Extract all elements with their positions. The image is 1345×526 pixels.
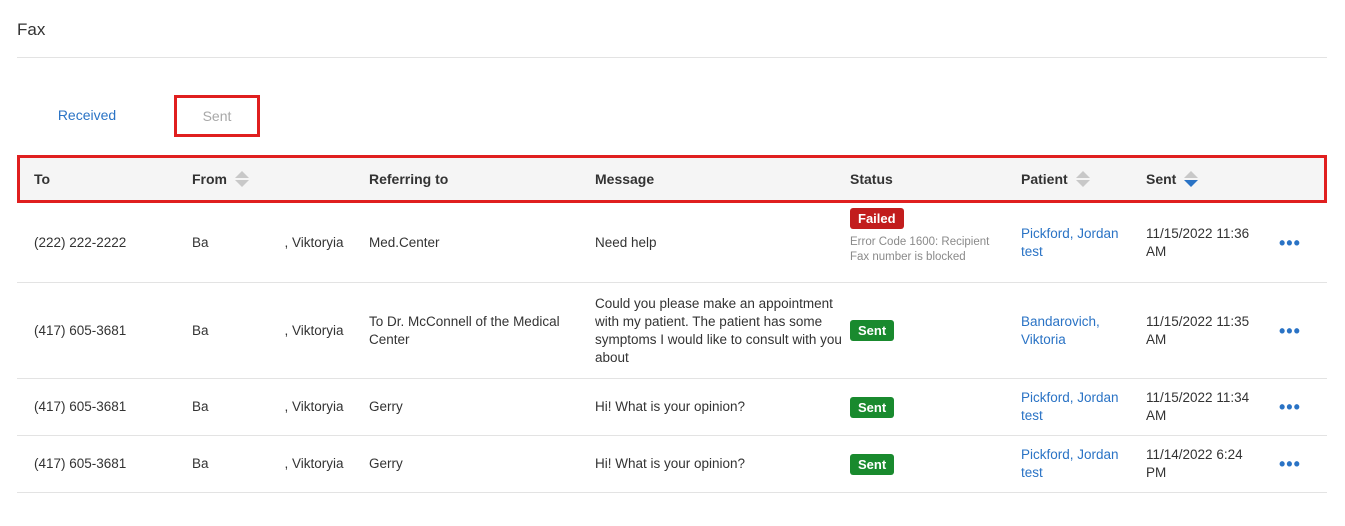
header-to-label: To: [34, 171, 51, 187]
from-last: , Viktoryia: [284, 234, 344, 250]
from-first: Ba: [192, 399, 209, 414]
cell-sent: 11/15/2022 11:34 AM: [1146, 390, 1250, 423]
from-last: , Viktoryia: [284, 456, 344, 471]
more-dots-icon[interactable]: •••: [1279, 436, 1301, 492]
cell-referring-to: To Dr. McConnell of the Medical Center: [369, 313, 560, 347]
cell-message: Hi! What is your opinion?: [595, 456, 746, 471]
cell-sent: 11/15/2022 11:36 AM: [1146, 225, 1250, 259]
from-first: Ba: [192, 234, 209, 250]
cell-referring-to: Gerry: [369, 456, 403, 471]
cell-to: (417) 605-3681: [34, 456, 127, 471]
page-title: Fax: [17, 20, 46, 39]
more-dots-icon[interactable]: •••: [1279, 203, 1301, 282]
header-referring-to-label: Referring to: [369, 171, 449, 187]
cell-status: Sent: [850, 436, 895, 492]
cell-to: (222) 222-2222: [34, 234, 127, 250]
status-badge: Sent: [850, 396, 895, 418]
header-referring-to: Referring to: [369, 158, 448, 200]
sort-arrows-icon[interactable]: [235, 171, 249, 187]
from-first: Ba: [192, 322, 209, 338]
table-row[interactable]: (222) 222-2222 Ba, Viktoryia Med.Center …: [17, 203, 1327, 283]
cell-status: Failed Error Code 1600: Recipient Fax nu…: [850, 208, 1010, 265]
header-patient[interactable]: Patient: [1021, 158, 1090, 200]
status-error: Error Code 1600: Recipient Fax number is…: [850, 236, 990, 263]
sort-arrows-icon[interactable]: [1075, 171, 1090, 187]
title-divider: [17, 57, 1327, 58]
table-row[interactable]: (417) 605-3681 Ba , Viktoryia Gerry Hi! W…: [17, 379, 1327, 436]
cell-to: (417) 605-3681: [34, 322, 127, 338]
cell-message: Could you please make an appointment wit…: [595, 295, 842, 365]
header-sent-label: Sent: [1146, 171, 1177, 187]
more-dots-icon[interactable]: •••: [1279, 283, 1301, 378]
from-last: , Viktoryia: [284, 399, 344, 414]
cell-sent: 11/15/2022 11:35 AM: [1146, 313, 1250, 347]
table-row[interactable]: (417) 605-3681 Ba , Viktoryia To Dr. McCo…: [17, 283, 1327, 379]
tab-received[interactable]: Received: [52, 95, 122, 135]
header-patient-label: Patient: [1021, 171, 1068, 187]
status-badge: Sent: [850, 453, 895, 475]
cell-status: Sent: [850, 283, 895, 378]
table-header: To From Referring to Message Status Pati…: [17, 155, 1327, 203]
cell-message: Hi! What is your opinion?: [595, 399, 746, 414]
fax-table: To From Referring to Message Status Pati…: [17, 155, 1327, 493]
cell-from: Ba , Viktoryia: [192, 436, 344, 492]
header-from-label: From: [192, 171, 227, 187]
cell-referring-to: Med.Center: [369, 234, 440, 250]
more-dots-icon[interactable]: •••: [1279, 379, 1301, 435]
patient-link[interactable]: Pickford, Jordan test: [1021, 379, 1136, 435]
patient-link[interactable]: Bandarovich, Viktoria: [1021, 283, 1131, 378]
header-sent[interactable]: Sent: [1146, 158, 1199, 200]
header-message-label: Message: [595, 171, 655, 187]
patient-link[interactable]: Pickford, Jordan test: [1021, 203, 1136, 282]
cell-from: Ba , Viktoryia: [192, 283, 344, 378]
header-to: To: [34, 158, 50, 200]
from-first: Ba: [192, 456, 209, 471]
header-message: Message: [595, 158, 654, 200]
header-status: Status: [850, 158, 893, 200]
header-from[interactable]: From: [192, 158, 249, 200]
sort-arrows-icon[interactable]: [1184, 171, 1199, 187]
header-status-label: Status: [850, 171, 893, 187]
cell-from: Ba , Viktoryia: [192, 379, 344, 435]
status-badge: Sent: [850, 320, 895, 341]
cell-sent: 11/14/2022 6:24 PM: [1146, 447, 1243, 480]
cell-from: Ba , Viktoryia: [192, 203, 344, 282]
tab-sent[interactable]: Sent: [174, 95, 260, 137]
table-row[interactable]: (417) 605-3681 Ba , Viktoryia Gerry Hi! W…: [17, 436, 1327, 493]
from-last: , Viktoryia: [284, 322, 344, 338]
fax-tabs: Received Sent: [17, 95, 417, 137]
cell-to: (417) 605-3681: [34, 399, 127, 414]
cell-referring-to: Gerry: [369, 399, 403, 414]
cell-message: Need help: [595, 234, 657, 250]
patient-link[interactable]: Pickford, Jordan test: [1021, 436, 1136, 492]
status-badge: Failed: [850, 208, 904, 229]
cell-status: Sent: [850, 379, 895, 435]
